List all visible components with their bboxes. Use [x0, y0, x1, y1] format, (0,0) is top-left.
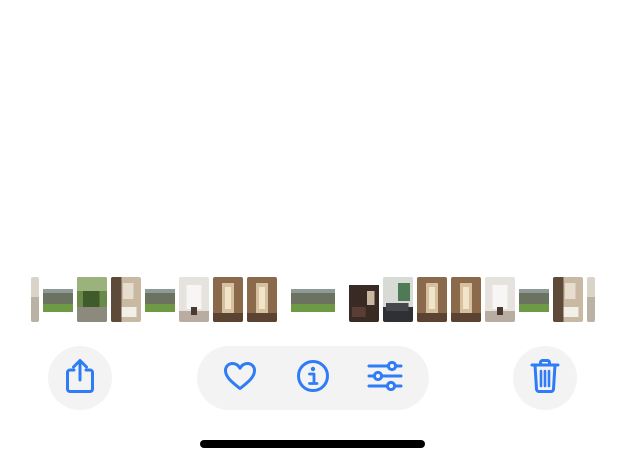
thumbnail[interactable]	[349, 277, 379, 322]
thumbnail-image	[247, 277, 277, 322]
thumbnail-image	[553, 277, 583, 322]
info-icon	[296, 359, 330, 398]
thumbnail-image	[349, 277, 379, 322]
heart-icon	[223, 361, 257, 396]
thumbnail-image	[111, 277, 141, 322]
thumbnail[interactable]	[587, 277, 595, 322]
thumbnail[interactable]	[145, 277, 175, 322]
thumbnail[interactable]	[31, 277, 39, 322]
thumbnail-strip[interactable]	[31, 277, 596, 322]
home-indicator[interactable]	[200, 440, 425, 448]
thumbnail-image	[291, 277, 335, 322]
thumbnail-image	[179, 277, 209, 322]
thumbnail-image	[43, 277, 73, 322]
thumbnail-selected[interactable]	[291, 277, 335, 322]
photo-display-area[interactable]	[0, 0, 625, 270]
thumbnail[interactable]	[485, 277, 515, 322]
sliders-icon	[367, 360, 403, 396]
thumbnail[interactable]	[417, 277, 447, 322]
thumbnail-image	[213, 277, 243, 322]
thumbnail-image	[519, 277, 549, 322]
favorite-button[interactable]	[218, 356, 262, 400]
adjust-button[interactable]	[363, 356, 407, 400]
action-toolbar	[197, 346, 429, 410]
delete-button[interactable]	[513, 346, 577, 410]
thumbnail-image	[417, 277, 447, 322]
photo-viewer-screen	[0, 0, 625, 460]
thumbnail-image	[383, 277, 413, 322]
thumbnail-image	[31, 277, 39, 322]
thumbnail[interactable]	[451, 277, 481, 322]
thumbnail[interactable]	[553, 277, 583, 322]
thumbnail-image	[145, 277, 175, 322]
thumbnail[interactable]	[519, 277, 549, 322]
info-button[interactable]	[291, 356, 335, 400]
thumbnail-image	[77, 277, 107, 322]
thumbnail[interactable]	[111, 277, 141, 322]
thumbnail-image	[587, 277, 595, 322]
share-icon	[65, 358, 95, 399]
thumbnail[interactable]	[77, 277, 107, 322]
thumbnail-image	[451, 277, 481, 322]
trash-icon	[530, 358, 560, 399]
thumbnail[interactable]	[383, 277, 413, 322]
thumbnail[interactable]	[43, 277, 73, 322]
thumbnail[interactable]	[179, 277, 209, 322]
thumbnail[interactable]	[213, 277, 243, 322]
share-button[interactable]	[48, 346, 112, 410]
thumbnail[interactable]	[247, 277, 277, 322]
thumbnail-image	[485, 277, 515, 322]
